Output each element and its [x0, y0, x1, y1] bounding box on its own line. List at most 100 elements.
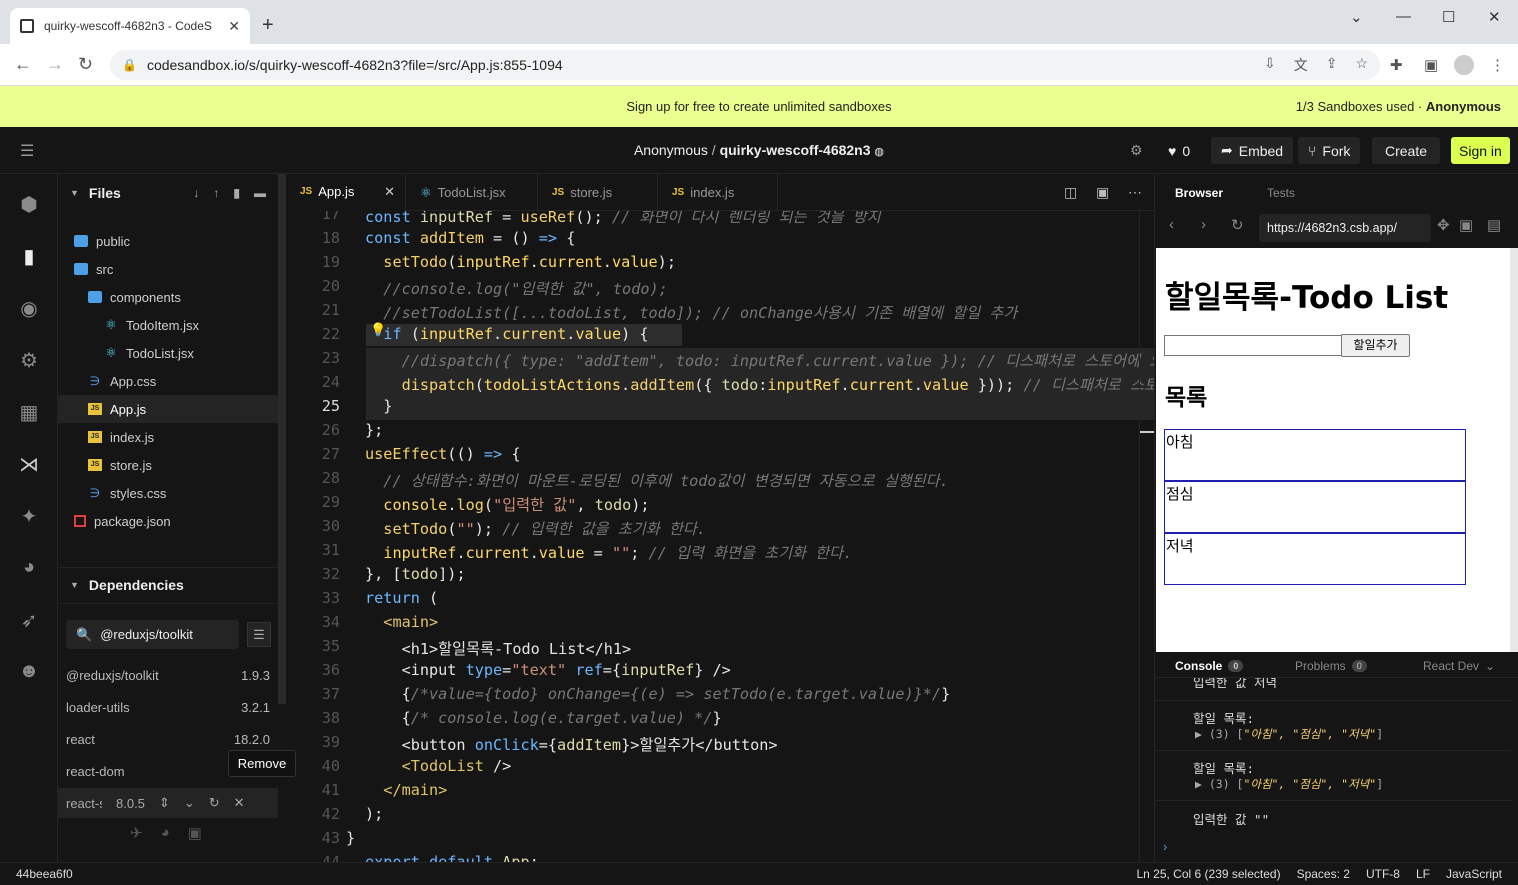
files-section-header[interactable]: ▼ Files ↓ ↑ ▮ ▬: [58, 175, 278, 211]
cursor-position[interactable]: Ln 25, Col 6 (239 selected): [1136, 867, 1280, 881]
chevron-down-icon[interactable]: ⌄: [184, 795, 195, 811]
new-folder-icon[interactable]: ▬: [254, 186, 266, 200]
new-file-icon[interactable]: ▮: [233, 186, 240, 200]
vscode-icon[interactable]: ⋊: [18, 452, 40, 476]
commit-hash[interactable]: 44beea6f0: [16, 867, 73, 881]
responsive-icon[interactable]: ▣: [1459, 216, 1473, 234]
breadcrumb-owner[interactable]: Anonymous: [634, 142, 708, 158]
tab-store-js[interactable]: JS store.js: [538, 174, 658, 211]
maximize-icon[interactable]: ☐: [1442, 8, 1455, 26]
sidebar-scrollbar[interactable]: [278, 174, 286, 704]
close-window-icon[interactable]: ✕: [1488, 8, 1501, 26]
sort-up-icon[interactable]: ↑: [213, 186, 219, 200]
address-bar[interactable]: 🔒 codesandbox.io/s/quirky-wescoff-4682n3…: [110, 50, 1380, 80]
tab-problems[interactable]: Problems 0: [1295, 659, 1367, 673]
github-icon[interactable]: ◕: [161, 824, 170, 842]
file-item-store-js[interactable]: JS store.js: [58, 451, 278, 479]
tab-index-js[interactable]: JS index.js: [658, 174, 778, 211]
tab-tests[interactable]: Tests: [1267, 186, 1295, 200]
todo-item[interactable]: 아침: [1164, 429, 1466, 481]
dependency-version-select[interactable]: 8.0.5: [116, 796, 145, 811]
reload-icon[interactable]: ↻: [78, 54, 93, 75]
sort-down-icon[interactable]: ↓: [193, 186, 199, 200]
deploy-rocket-icon[interactable]: ➶: [18, 608, 40, 632]
preview-scrollbar[interactable]: [1510, 248, 1518, 652]
browser-menu-icon[interactable]: ⋮: [1490, 56, 1505, 74]
update-refresh-icon[interactable]: ↻: [209, 795, 220, 811]
twitter-icon[interactable]: ✈: [130, 824, 143, 842]
file-item-app-css[interactable]: ∋ App.css: [58, 367, 278, 395]
explorer-file-icon[interactable]: ▮: [18, 244, 40, 268]
settings-icon[interactable]: ⚙: [18, 348, 40, 372]
forward-icon[interactable]: →: [46, 54, 64, 75]
language-mode[interactable]: JavaScript: [1446, 867, 1502, 881]
file-item-components[interactable]: components: [58, 283, 278, 311]
extensions-puzzle-icon[interactable]: ✚: [1390, 56, 1403, 74]
devtools-target-icon[interactable]: ✥: [1437, 216, 1450, 234]
docker-icon[interactable]: ▦: [18, 400, 40, 424]
tab-app-js[interactable]: JS App.js ✕: [286, 174, 406, 211]
file-item-package-json[interactable]: package.json: [58, 507, 278, 535]
console-array-toggle[interactable]: ▶ (3) ["아침", "점심", "저녁"]: [1195, 726, 1383, 742]
encoding[interactable]: UTF-8: [1366, 867, 1400, 881]
dependency-search-input[interactable]: 🔍 @reduxjs/toolkit: [66, 620, 239, 649]
github-icon[interactable]: ◕: [18, 556, 40, 578]
translate-icon[interactable]: 文: [1294, 55, 1308, 75]
todo-item[interactable]: 점심: [1164, 481, 1466, 533]
like-button[interactable]: ♥ 0: [1158, 137, 1200, 164]
file-item-public[interactable]: public: [58, 227, 278, 255]
close-tab-icon[interactable]: ✕: [384, 184, 395, 200]
split-editor-icon[interactable]: ◫: [1064, 184, 1077, 201]
tab-react-devtools[interactable]: React Dev ⌄: [1423, 659, 1495, 673]
indentation[interactable]: Spaces: 2: [1297, 867, 1350, 881]
tab-search-icon[interactable]: ⌄: [1350, 8, 1363, 26]
file-item-todolist[interactable]: ⚛ TodoList.jsx: [58, 339, 278, 367]
add-todo-button[interactable]: 할일추가: [1341, 334, 1410, 357]
todo-input[interactable]: [1164, 335, 1342, 356]
code-editor[interactable]: 💡 17 18 19 20 21 22 23 24 25 26 27 28 29 30 31 32 33 34 35…: [286, 211, 1154, 862]
side-panel-icon[interactable]: ▣: [1424, 56, 1438, 74]
live-users-icon[interactable]: ☻: [18, 660, 40, 682]
tab-browser[interactable]: Browser: [1175, 186, 1223, 200]
version-stepper-icon[interactable]: ⇕: [159, 795, 170, 811]
settings-gear-icon[interactable]: ⚙: [1120, 137, 1153, 164]
tab-todolist-jsx[interactable]: ⚛ TodoList.jsx: [406, 174, 538, 211]
fork-button[interactable]: ⑂ Fork: [1298, 137, 1361, 164]
console-input-prompt[interactable]: ›: [1163, 839, 1167, 854]
minimize-icon[interactable]: —: [1396, 8, 1411, 25]
preview-back-icon[interactable]: ‹: [1169, 216, 1174, 233]
file-item-src[interactable]: src: [58, 255, 278, 283]
dependency-item[interactable]: @reduxjs/toolkit 1.9.3: [66, 659, 270, 691]
signup-message[interactable]: Sign up for free to create unlimited san…: [0, 99, 1518, 114]
preview-refresh-icon[interactable]: ↻: [1231, 216, 1244, 234]
ai-sparkle-icon[interactable]: ✦: [18, 504, 40, 528]
file-item-index-js[interactable]: JS index.js: [58, 423, 278, 451]
open-preview-icon[interactable]: ▣: [1096, 184, 1109, 201]
tab-console[interactable]: Console 0: [1175, 659, 1244, 673]
remove-x-icon[interactable]: ✕: [234, 795, 245, 811]
more-actions-icon[interactable]: ⋯: [1128, 184, 1142, 201]
dependency-item-selected[interactable]: react-s 8.0.5 ⇕ ⌄ ↻ ✕: [58, 788, 278, 818]
new-tab-icon[interactable]: +: [262, 14, 274, 37]
close-tab-icon[interactable]: ✕: [228, 18, 240, 35]
dependency-item[interactable]: loader-utils 3.2.1: [66, 691, 270, 723]
discord-icon[interactable]: ▣: [188, 824, 202, 842]
sandbox-info-cube-icon[interactable]: ⬢: [18, 192, 40, 216]
file-item-todoitem[interactable]: ⚛ TodoItem.jsx: [58, 311, 278, 339]
preview-forward-icon[interactable]: ›: [1201, 216, 1206, 233]
profile-avatar-icon[interactable]: [1454, 55, 1474, 75]
search-icon[interactable]: ◉: [18, 296, 40, 320]
sign-in-button[interactable]: Sign in: [1451, 137, 1510, 164]
line-endings[interactable]: LF: [1416, 867, 1430, 881]
file-item-styles-css[interactable]: ∋ styles.css: [58, 479, 278, 507]
dependency-list-menu-icon[interactable]: ☰: [247, 622, 271, 647]
browser-tab[interactable]: quirky-wescoff-4682n3 - CodeS ✕: [10, 8, 250, 44]
share-icon[interactable]: ⇪: [1326, 55, 1338, 75]
embed-button[interactable]: ➦ Embed: [1211, 137, 1294, 164]
todo-item[interactable]: 저녁: [1164, 533, 1466, 585]
back-icon[interactable]: ←: [14, 54, 32, 75]
console-array-toggle[interactable]: ▶ (3) ["아침", "점심", "저녁"]: [1195, 776, 1383, 792]
bookmark-star-icon[interactable]: ☆: [1355, 55, 1368, 75]
file-item-app-js[interactable]: JS App.js: [58, 395, 278, 423]
install-icon[interactable]: ⇩: [1264, 55, 1276, 75]
